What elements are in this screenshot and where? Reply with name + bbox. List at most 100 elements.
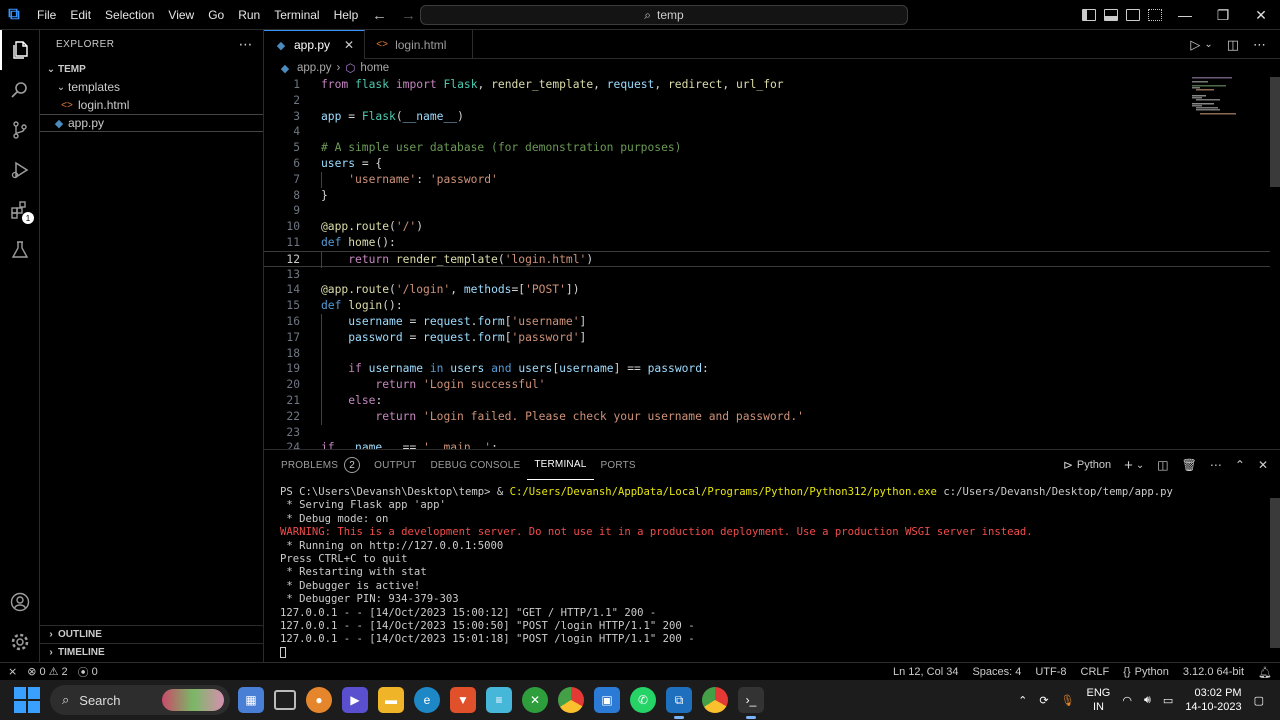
menu-run[interactable]: Run xyxy=(231,0,267,30)
tree-item-app-py[interactable]: ◆ app.py xyxy=(40,114,263,132)
menu-go[interactable]: Go xyxy=(201,0,231,30)
tab-ports[interactable]: PORTS xyxy=(594,450,643,480)
run-file-icon[interactable]: ▷ xyxy=(1190,37,1200,53)
battery-icon[interactable]: ▭ xyxy=(1163,694,1173,707)
toggle-panel-icon[interactable] xyxy=(1104,9,1118,21)
close-tab-icon[interactable]: ✕ xyxy=(344,38,354,52)
vscode-taskbar-icon[interactable]: ⧉ xyxy=(666,687,692,719)
code-line[interactable]: 21 else: xyxy=(264,392,1270,409)
split-editor-icon[interactable]: ◫ xyxy=(1227,37,1239,53)
toggle-secondary-sidebar-icon[interactable] xyxy=(1126,9,1140,21)
remote-indicator-icon[interactable]: ⨯ xyxy=(8,665,17,678)
tab-problems[interactable]: PROBLEMS 2 xyxy=(274,450,367,480)
notepad-icon[interactable]: ≡ xyxy=(486,687,512,713)
more-actions-icon[interactable]: ⋯ xyxy=(1253,37,1266,53)
testing-icon[interactable] xyxy=(0,230,40,270)
tab-terminal[interactable]: TERMINAL xyxy=(527,450,594,480)
terminal-taskbar-icon[interactable]: ›_ xyxy=(738,687,764,719)
code-line[interactable]: 16 username = request.form['username'] xyxy=(264,313,1270,330)
accounts-icon[interactable] xyxy=(0,582,40,622)
close-window-icon[interactable]: ✕ xyxy=(1242,0,1280,30)
microphone-icon[interactable]: 🎙︎ xyxy=(1061,694,1075,707)
run-dropdown-chevron-icon[interactable]: ⌄ xyxy=(1204,39,1212,50)
ports-status[interactable]: ⦿ 0 xyxy=(78,664,98,680)
toggle-sidebar-icon[interactable] xyxy=(1082,9,1096,21)
explorer-icon[interactable] xyxy=(0,30,40,70)
breadcrumb-symbol[interactable]: home xyxy=(360,62,389,74)
code-line[interactable]: 23 xyxy=(264,425,1270,441)
more-actions-icon[interactable]: ⋯ xyxy=(239,36,254,53)
notifications-bell-icon[interactable]: 🔔︎ xyxy=(1258,666,1272,679)
store-icon[interactable]: ▣ xyxy=(594,687,620,713)
code-editor[interactable]: 1 from flask import Flask, render_templat… xyxy=(264,77,1270,449)
maximize-panel-chevron-up-icon[interactable]: ⌃ xyxy=(1235,458,1245,472)
restore-icon[interactable]: ❐ xyxy=(1204,0,1242,30)
kill-terminal-trash-icon[interactable]: 🗑 xyxy=(1182,458,1197,472)
code-line[interactable]: 24 if __name__ == '__main__': xyxy=(264,440,1270,449)
cursor-position[interactable]: Ln 12, Col 34 xyxy=(893,666,958,678)
menu-file[interactable]: File xyxy=(30,0,63,30)
file-explorer-icon[interactable]: ▬ xyxy=(378,687,404,713)
search-view-icon[interactable] xyxy=(0,70,40,110)
wifi-icon[interactable]: ◠ xyxy=(1122,694,1132,707)
extensions-icon[interactable]: 1 xyxy=(0,190,40,230)
tab-debug-console[interactable]: DEBUG CONSOLE xyxy=(423,450,527,480)
xbox-icon[interactable]: ✕ xyxy=(522,687,548,713)
breadcrumb-file[interactable]: app.py xyxy=(297,62,332,74)
tab-app-py[interactable]: ◆ app.py ✕ xyxy=(264,30,366,59)
run-debug-icon[interactable] xyxy=(0,150,40,190)
terminal-output[interactable]: PS C:\Users\Devansh\Desktop\temp> & C:/U… xyxy=(280,486,1260,660)
meet-video-icon[interactable]: ▶ xyxy=(342,687,368,713)
code-line[interactable]: 11 def home(): xyxy=(264,235,1270,251)
problems-status[interactable]: ⊗ 0 ⚠ 2 xyxy=(27,665,67,679)
code-line[interactable]: 12 return render_template('login.html') xyxy=(264,250,1270,268)
tab-output[interactable]: OUTPUT xyxy=(367,450,423,480)
source-control-icon[interactable] xyxy=(0,110,40,150)
menu-help[interactable]: Help xyxy=(327,0,366,30)
chrome-icon[interactable] xyxy=(558,687,584,713)
code-line[interactable]: 22 return 'Login failed. Please check yo… xyxy=(264,408,1270,425)
taskbar-search[interactable]: ⌕ Search xyxy=(50,685,230,715)
code-line[interactable]: 13 xyxy=(264,267,1270,283)
terminal-shell-selector[interactable]: ⊳ Python xyxy=(1063,458,1111,472)
code-line[interactable]: 1 from flask import Flask, render_templat… xyxy=(264,77,1270,93)
terminal-scrollbar[interactable] xyxy=(1270,498,1280,658)
end-of-line[interactable]: CRLF xyxy=(1081,666,1110,678)
notification-center-icon[interactable]: ▢ xyxy=(1254,694,1264,707)
whatsapp-icon[interactable]: ✆ xyxy=(630,687,656,713)
menu-edit[interactable]: Edit xyxy=(63,0,98,30)
minimize-icon[interactable]: — xyxy=(1166,0,1204,30)
code-line[interactable]: 8} xyxy=(264,188,1270,204)
more-actions-icon[interactable]: ⋯ xyxy=(1210,458,1222,472)
workspace-root-folder[interactable]: ⌄ TEMP xyxy=(40,60,263,78)
customize-layout-icon[interactable] xyxy=(1148,9,1162,21)
menu-terminal[interactable]: Terminal xyxy=(267,0,326,30)
manage-gear-icon[interactable] xyxy=(0,622,40,662)
outline-section[interactable]: › OUTLINE xyxy=(40,625,264,643)
show-hidden-icons-chevron-icon[interactable]: ⌃ xyxy=(1018,694,1027,707)
menu-selection[interactable]: Selection xyxy=(98,0,161,30)
code-line[interactable]: 19 if username in users and users[userna… xyxy=(264,361,1270,378)
brave-browser-icon[interactable]: ▼ xyxy=(450,687,476,713)
code-line[interactable]: 7 'username': 'password' xyxy=(264,171,1270,188)
code-line[interactable]: 5 # A simple user database (for demonstra… xyxy=(264,140,1270,156)
code-line[interactable]: 17 password = request.form['password'] xyxy=(264,329,1270,346)
code-line[interactable]: 6 users = { xyxy=(264,156,1270,172)
edge-browser-icon[interactable]: e xyxy=(414,687,440,713)
windows-start-icon[interactable] xyxy=(14,687,40,713)
code-line[interactable]: 2 xyxy=(264,93,1270,109)
close-panel-icon[interactable]: ✕ xyxy=(1258,458,1268,472)
language-mode[interactable]: {} Python xyxy=(1123,666,1169,678)
code-line[interactable]: 9 xyxy=(264,203,1270,219)
indentation[interactable]: Spaces: 4 xyxy=(972,666,1021,678)
code-line[interactable]: 10 @app.route('/') xyxy=(264,219,1270,235)
timeline-section[interactable]: › TIMELINE xyxy=(40,643,264,661)
code-line[interactable]: 15 def login(): xyxy=(264,298,1270,314)
code-line[interactable]: 14 @app.route('/login', methods=['POST']) xyxy=(264,282,1270,298)
task-view-icon[interactable] xyxy=(274,690,296,710)
code-line[interactable]: 18 xyxy=(264,345,1270,362)
python-interpreter[interactable]: 3.12.0 64-bit xyxy=(1183,666,1244,678)
code-line[interactable]: 4 xyxy=(264,124,1270,140)
split-terminal-icon[interactable]: ◫ xyxy=(1157,458,1168,472)
widgets-icon[interactable]: ▦ xyxy=(238,687,264,713)
